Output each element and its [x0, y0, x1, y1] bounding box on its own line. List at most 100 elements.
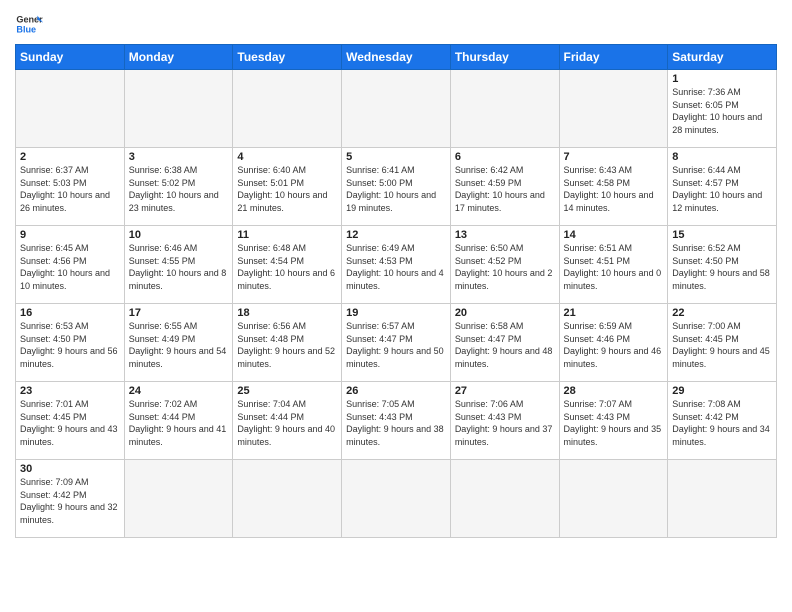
calendar-day-cell: 13Sunrise: 6:50 AM Sunset: 4:52 PM Dayli… — [450, 226, 559, 304]
day-info: Sunrise: 7:02 AM Sunset: 4:44 PM Dayligh… — [129, 398, 229, 448]
calendar-week-row: 9Sunrise: 6:45 AM Sunset: 4:56 PM Daylig… — [16, 226, 777, 304]
day-info: Sunrise: 6:51 AM Sunset: 4:51 PM Dayligh… — [564, 242, 664, 292]
calendar-day-cell: 16Sunrise: 6:53 AM Sunset: 4:50 PM Dayli… — [16, 304, 125, 382]
day-number: 15 — [672, 229, 772, 241]
calendar-day-cell: 24Sunrise: 7:02 AM Sunset: 4:44 PM Dayli… — [124, 382, 233, 460]
page: General Blue SundayMondayTuesdayWednesda… — [0, 0, 792, 612]
day-number: 14 — [564, 229, 664, 241]
day-number: 25 — [237, 385, 337, 397]
calendar-day-cell — [233, 460, 342, 538]
calendar-day-cell: 18Sunrise: 6:56 AM Sunset: 4:48 PM Dayli… — [233, 304, 342, 382]
day-number: 27 — [455, 385, 555, 397]
day-number: 5 — [346, 151, 446, 163]
day-number: 7 — [564, 151, 664, 163]
calendar-day-cell: 10Sunrise: 6:46 AM Sunset: 4:55 PM Dayli… — [124, 226, 233, 304]
calendar-day-cell — [124, 70, 233, 148]
day-info: Sunrise: 7:01 AM Sunset: 4:45 PM Dayligh… — [20, 398, 120, 448]
day-info: Sunrise: 6:52 AM Sunset: 4:50 PM Dayligh… — [672, 242, 772, 292]
calendar-day-cell: 12Sunrise: 6:49 AM Sunset: 4:53 PM Dayli… — [342, 226, 451, 304]
calendar-day-cell — [233, 70, 342, 148]
day-number: 30 — [20, 463, 120, 475]
day-info: Sunrise: 6:56 AM Sunset: 4:48 PM Dayligh… — [237, 320, 337, 370]
day-info: Sunrise: 7:06 AM Sunset: 4:43 PM Dayligh… — [455, 398, 555, 448]
day-number: 18 — [237, 307, 337, 319]
calendar-day-cell — [668, 460, 777, 538]
day-info: Sunrise: 6:45 AM Sunset: 4:56 PM Dayligh… — [20, 242, 120, 292]
calendar-day-cell: 3Sunrise: 6:38 AM Sunset: 5:02 PM Daylig… — [124, 148, 233, 226]
day-info: Sunrise: 6:38 AM Sunset: 5:02 PM Dayligh… — [129, 164, 229, 214]
day-info: Sunrise: 6:57 AM Sunset: 4:47 PM Dayligh… — [346, 320, 446, 370]
calendar-day-cell: 7Sunrise: 6:43 AM Sunset: 4:58 PM Daylig… — [559, 148, 668, 226]
day-number: 6 — [455, 151, 555, 163]
day-info: Sunrise: 6:37 AM Sunset: 5:03 PM Dayligh… — [20, 164, 120, 214]
calendar-day-cell — [342, 70, 451, 148]
day-number: 17 — [129, 307, 229, 319]
calendar-day-cell: 22Sunrise: 7:00 AM Sunset: 4:45 PM Dayli… — [668, 304, 777, 382]
calendar-day-cell: 21Sunrise: 6:59 AM Sunset: 4:46 PM Dayli… — [559, 304, 668, 382]
day-number: 22 — [672, 307, 772, 319]
day-number: 9 — [20, 229, 120, 241]
calendar-day-cell: 8Sunrise: 6:44 AM Sunset: 4:57 PM Daylig… — [668, 148, 777, 226]
day-info: Sunrise: 7:09 AM Sunset: 4:42 PM Dayligh… — [20, 476, 120, 526]
logo: General Blue — [15, 10, 43, 38]
day-number: 23 — [20, 385, 120, 397]
calendar-header-row: SundayMondayTuesdayWednesdayThursdayFrid… — [16, 45, 777, 70]
day-number: 26 — [346, 385, 446, 397]
day-number: 2 — [20, 151, 120, 163]
day-number: 29 — [672, 385, 772, 397]
calendar-day-cell: 26Sunrise: 7:05 AM Sunset: 4:43 PM Dayli… — [342, 382, 451, 460]
day-number: 28 — [564, 385, 664, 397]
day-info: Sunrise: 6:40 AM Sunset: 5:01 PM Dayligh… — [237, 164, 337, 214]
day-number: 3 — [129, 151, 229, 163]
day-info: Sunrise: 6:46 AM Sunset: 4:55 PM Dayligh… — [129, 242, 229, 292]
day-info: Sunrise: 7:07 AM Sunset: 4:43 PM Dayligh… — [564, 398, 664, 448]
calendar-day-cell — [342, 460, 451, 538]
day-info: Sunrise: 7:04 AM Sunset: 4:44 PM Dayligh… — [237, 398, 337, 448]
day-info: Sunrise: 6:59 AM Sunset: 4:46 PM Dayligh… — [564, 320, 664, 370]
day-info: Sunrise: 6:55 AM Sunset: 4:49 PM Dayligh… — [129, 320, 229, 370]
day-of-week-header: Saturday — [668, 45, 777, 70]
day-number: 11 — [237, 229, 337, 241]
day-of-week-header: Friday — [559, 45, 668, 70]
calendar-day-cell — [124, 460, 233, 538]
calendar-day-cell: 17Sunrise: 6:55 AM Sunset: 4:49 PM Dayli… — [124, 304, 233, 382]
day-of-week-header: Tuesday — [233, 45, 342, 70]
day-info: Sunrise: 6:41 AM Sunset: 5:00 PM Dayligh… — [346, 164, 446, 214]
calendar-week-row: 1Sunrise: 7:36 AM Sunset: 6:05 PM Daylig… — [16, 70, 777, 148]
day-info: Sunrise: 6:48 AM Sunset: 4:54 PM Dayligh… — [237, 242, 337, 292]
day-number: 8 — [672, 151, 772, 163]
day-number: 13 — [455, 229, 555, 241]
calendar-day-cell: 11Sunrise: 6:48 AM Sunset: 4:54 PM Dayli… — [233, 226, 342, 304]
day-number: 21 — [564, 307, 664, 319]
calendar-week-row: 16Sunrise: 6:53 AM Sunset: 4:50 PM Dayli… — [16, 304, 777, 382]
calendar-day-cell — [16, 70, 125, 148]
calendar-day-cell: 30Sunrise: 7:09 AM Sunset: 4:42 PM Dayli… — [16, 460, 125, 538]
calendar-day-cell: 5Sunrise: 6:41 AM Sunset: 5:00 PM Daylig… — [342, 148, 451, 226]
day-info: Sunrise: 6:49 AM Sunset: 4:53 PM Dayligh… — [346, 242, 446, 292]
calendar-day-cell: 1Sunrise: 7:36 AM Sunset: 6:05 PM Daylig… — [668, 70, 777, 148]
calendar-day-cell — [559, 70, 668, 148]
day-number: 4 — [237, 151, 337, 163]
calendar-table: SundayMondayTuesdayWednesdayThursdayFrid… — [15, 44, 777, 538]
day-of-week-header: Sunday — [16, 45, 125, 70]
day-info: Sunrise: 7:36 AM Sunset: 6:05 PM Dayligh… — [672, 86, 772, 136]
day-of-week-header: Monday — [124, 45, 233, 70]
day-info: Sunrise: 7:05 AM Sunset: 4:43 PM Dayligh… — [346, 398, 446, 448]
day-number: 16 — [20, 307, 120, 319]
day-number: 24 — [129, 385, 229, 397]
day-number: 10 — [129, 229, 229, 241]
day-info: Sunrise: 6:44 AM Sunset: 4:57 PM Dayligh… — [672, 164, 772, 214]
day-info: Sunrise: 6:58 AM Sunset: 4:47 PM Dayligh… — [455, 320, 555, 370]
calendar-week-row: 2Sunrise: 6:37 AM Sunset: 5:03 PM Daylig… — [16, 148, 777, 226]
calendar-day-cell: 19Sunrise: 6:57 AM Sunset: 4:47 PM Dayli… — [342, 304, 451, 382]
calendar-day-cell: 20Sunrise: 6:58 AM Sunset: 4:47 PM Dayli… — [450, 304, 559, 382]
calendar-day-cell: 4Sunrise: 6:40 AM Sunset: 5:01 PM Daylig… — [233, 148, 342, 226]
generalblue-logo-icon: General Blue — [15, 10, 43, 38]
calendar-day-cell: 27Sunrise: 7:06 AM Sunset: 4:43 PM Dayli… — [450, 382, 559, 460]
calendar-day-cell: 6Sunrise: 6:42 AM Sunset: 4:59 PM Daylig… — [450, 148, 559, 226]
day-info: Sunrise: 6:43 AM Sunset: 4:58 PM Dayligh… — [564, 164, 664, 214]
calendar-day-cell — [450, 460, 559, 538]
calendar-day-cell — [450, 70, 559, 148]
day-info: Sunrise: 6:42 AM Sunset: 4:59 PM Dayligh… — [455, 164, 555, 214]
day-info: Sunrise: 6:50 AM Sunset: 4:52 PM Dayligh… — [455, 242, 555, 292]
